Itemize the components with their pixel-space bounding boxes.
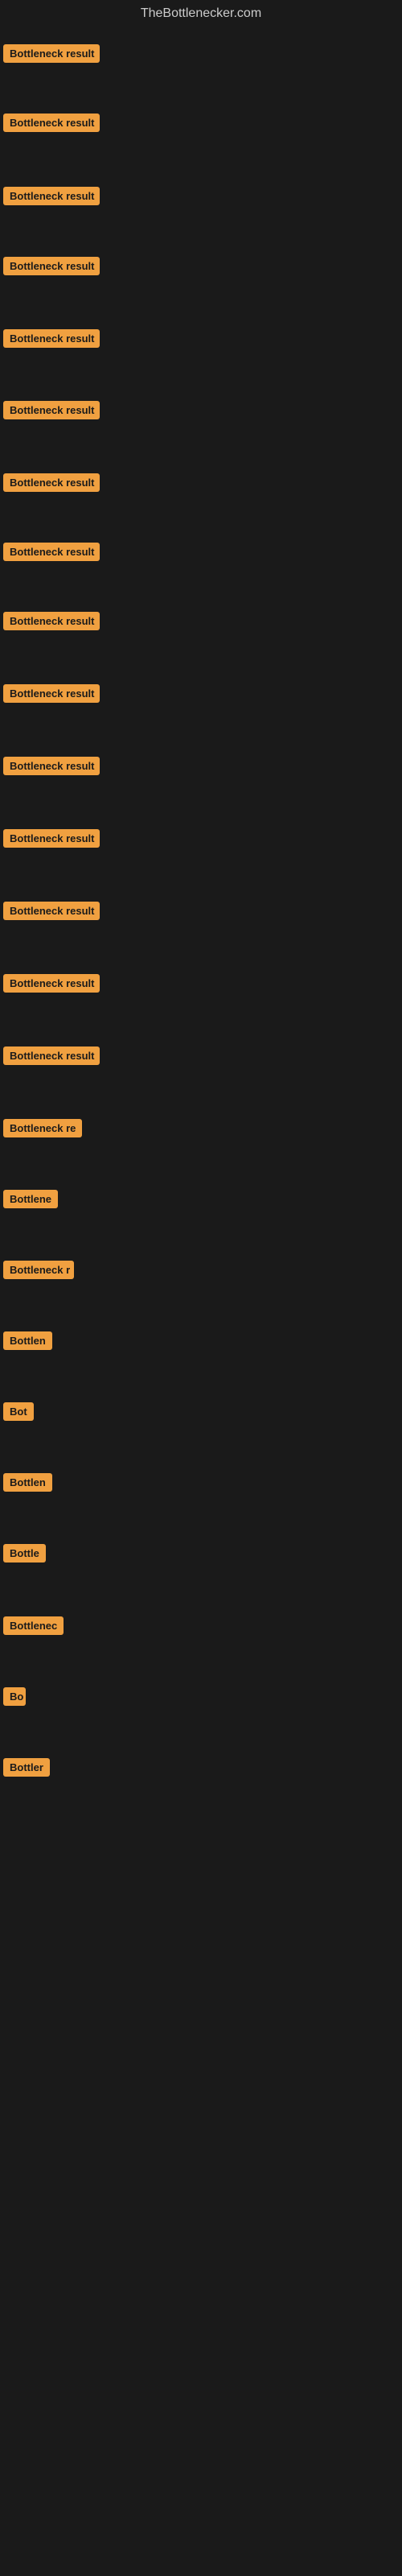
bottleneck-item-19: Bottlen bbox=[3, 1331, 52, 1354]
bottleneck-badge-10[interactable]: Bottleneck result bbox=[3, 684, 100, 703]
bottleneck-item-22: Bottle bbox=[3, 1544, 46, 1567]
bottleneck-item-3: Bottleneck result bbox=[3, 187, 100, 209]
bottleneck-badge-14[interactable]: Bottleneck result bbox=[3, 974, 100, 993]
bottleneck-badge-2[interactable]: Bottleneck result bbox=[3, 114, 100, 132]
bottleneck-item-9: Bottleneck result bbox=[3, 612, 100, 634]
bottleneck-badge-21[interactable]: Bottlen bbox=[3, 1473, 52, 1492]
bottleneck-item-13: Bottleneck result bbox=[3, 902, 100, 924]
bottleneck-item-15: Bottleneck result bbox=[3, 1046, 100, 1069]
bottleneck-item-12: Bottleneck result bbox=[3, 829, 100, 852]
site-title: TheBottlenecker.com bbox=[0, 0, 402, 31]
bottleneck-item-7: Bottleneck result bbox=[3, 473, 100, 496]
bottleneck-badge-1[interactable]: Bottleneck result bbox=[3, 44, 100, 63]
bottleneck-item-10: Bottleneck result bbox=[3, 684, 100, 707]
bottleneck-badge-25[interactable]: Bottler bbox=[3, 1758, 50, 1777]
bottleneck-item-6: Bottleneck result bbox=[3, 401, 100, 423]
items-container: Bottleneck result Bottleneck result Bottle… bbox=[0, 31, 402, 2526]
bottleneck-badge-24[interactable]: Bo bbox=[3, 1687, 26, 1706]
bottleneck-badge-12[interactable]: Bottleneck result bbox=[3, 829, 100, 848]
bottleneck-item-24: Bo bbox=[3, 1687, 26, 1710]
page-wrapper: TheBottlenecker.com Bottleneck resultBot… bbox=[0, 0, 402, 2576]
bottleneck-item-16: Bottleneck re bbox=[3, 1119, 82, 1141]
bottleneck-badge-19[interactable]: Bottlen bbox=[3, 1331, 52, 1350]
bottleneck-item-18: Bottleneck r bbox=[3, 1261, 74, 1283]
bottleneck-item-8: Bottleneck result bbox=[3, 543, 100, 565]
bottleneck-badge-17[interactable]: Bottlene bbox=[3, 1190, 58, 1208]
bottleneck-badge-3[interactable]: Bottleneck result bbox=[3, 187, 100, 205]
bottleneck-item-23: Bottlenec bbox=[3, 1616, 64, 1639]
bottleneck-item-14: Bottleneck result bbox=[3, 974, 100, 997]
bottleneck-badge-23[interactable]: Bottlenec bbox=[3, 1616, 64, 1635]
bottleneck-badge-18[interactable]: Bottleneck r bbox=[3, 1261, 74, 1279]
bottleneck-badge-13[interactable]: Bottleneck result bbox=[3, 902, 100, 920]
bottleneck-item-11: Bottleneck result bbox=[3, 757, 100, 779]
bottleneck-badge-5[interactable]: Bottleneck result bbox=[3, 329, 100, 348]
bottleneck-badge-9[interactable]: Bottleneck result bbox=[3, 612, 100, 630]
bottleneck-badge-6[interactable]: Bottleneck result bbox=[3, 401, 100, 419]
bottleneck-badge-15[interactable]: Bottleneck result bbox=[3, 1046, 100, 1065]
bottleneck-badge-22[interactable]: Bottle bbox=[3, 1544, 46, 1563]
bottleneck-item-20: Bot bbox=[3, 1402, 34, 1425]
bottleneck-item-5: Bottleneck result bbox=[3, 329, 100, 352]
bottleneck-item-1: Bottleneck result bbox=[3, 44, 100, 67]
bottleneck-item-21: Bottlen bbox=[3, 1473, 52, 1496]
bottleneck-badge-7[interactable]: Bottleneck result bbox=[3, 473, 100, 492]
bottleneck-badge-16[interactable]: Bottleneck re bbox=[3, 1119, 82, 1137]
bottleneck-badge-20[interactable]: Bot bbox=[3, 1402, 34, 1421]
bottleneck-item-2: Bottleneck result bbox=[3, 114, 100, 136]
bottleneck-item-4: Bottleneck result bbox=[3, 257, 100, 279]
bottleneck-item-17: Bottlene bbox=[3, 1190, 58, 1212]
bottleneck-badge-11[interactable]: Bottleneck result bbox=[3, 757, 100, 775]
bottleneck-badge-4[interactable]: Bottleneck result bbox=[3, 257, 100, 275]
bottleneck-badge-8[interactable]: Bottleneck result bbox=[3, 543, 100, 561]
bottleneck-item-25: Bottler bbox=[3, 1758, 50, 1781]
